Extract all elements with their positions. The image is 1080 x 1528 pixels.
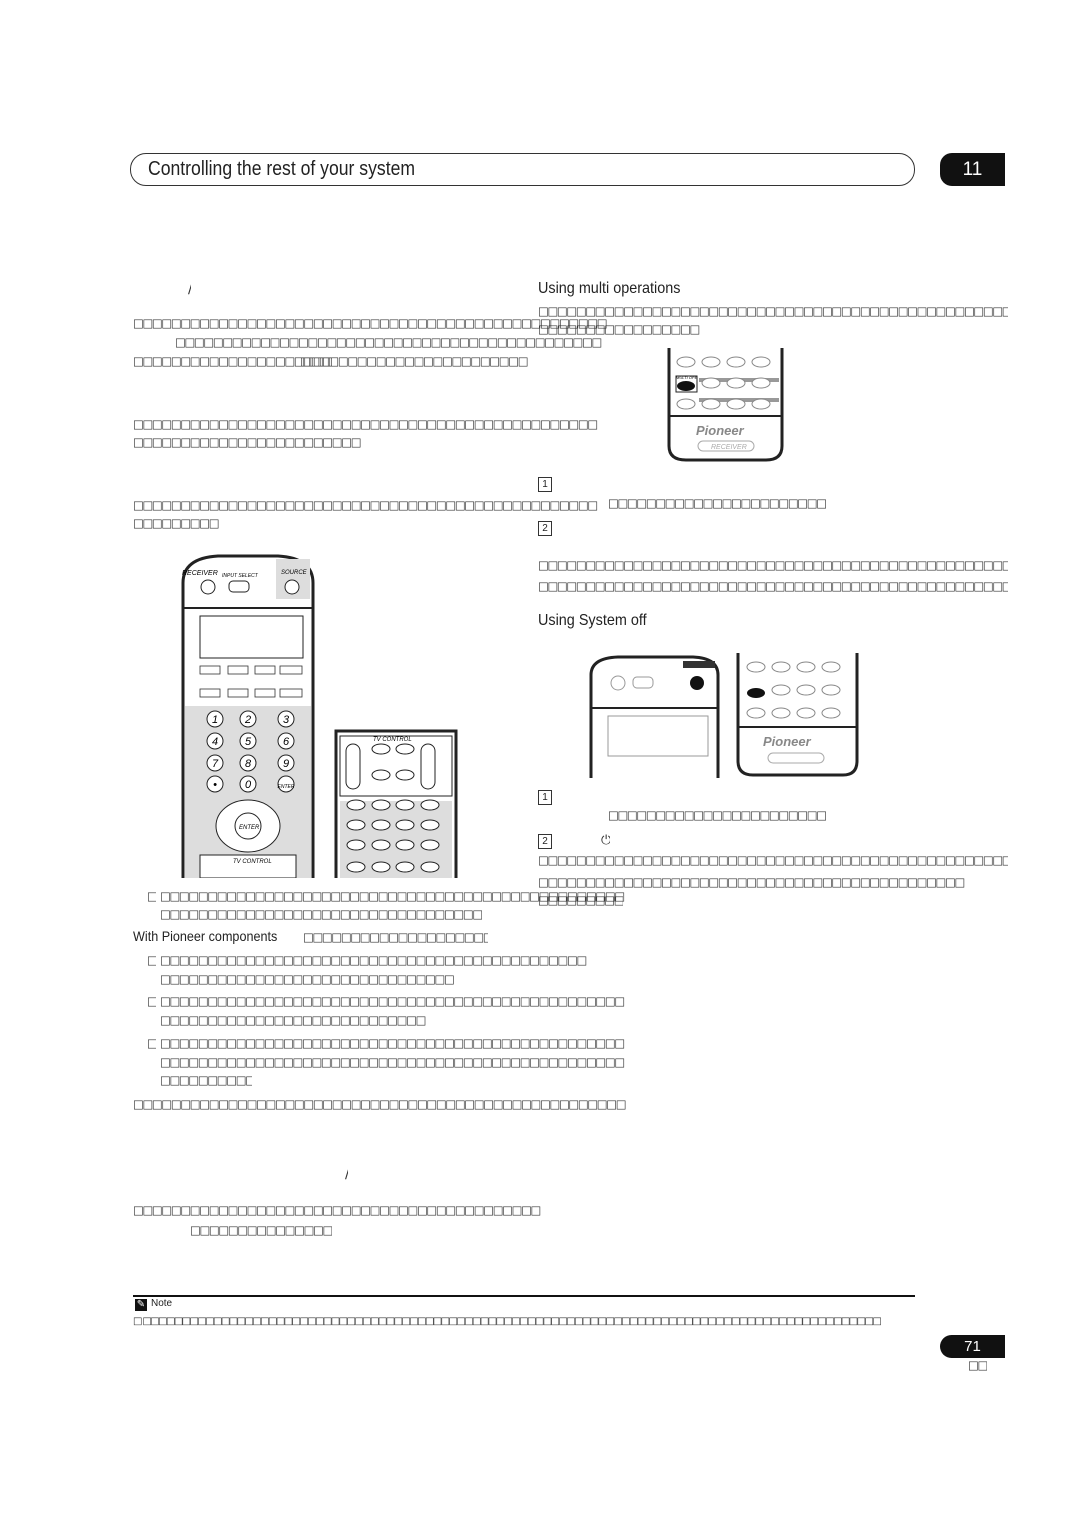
text-line: □□□□□□□□□□□□□□□□□ (538, 322, 700, 336)
text-line: □□□□□□□□□ (538, 893, 623, 907)
chapter-title: Controlling the rest of your system (148, 158, 416, 180)
text-line: □□□□□□□□□□□□□□□□□□□□□□□□□□□□□□□□□□□□□□□□… (133, 417, 598, 431)
key-label: ENTER (278, 784, 295, 790)
receiver-label: RECEIVER (182, 570, 218, 577)
text-line: □□□□□□□□□□ (160, 1073, 252, 1087)
text-line: □□□□□□□□□□□□□□□□□□□□□□□□□□□□ (160, 1013, 426, 1027)
power-icon: ⏻ (601, 833, 610, 848)
note-divider (133, 1295, 915, 1297)
text-line: □□□□□□□□□□□□□□□□□□□□□□□□□□□□□□□□□□□□□□□□… (160, 1036, 625, 1050)
text-line: □□□□□□□□□□□□□□□□□□□□□□□□□□□□□□□□□□□□□□□□… (133, 498, 598, 512)
manual-page: Controlling the rest of your system 11 /… (0, 0, 1080, 1528)
text-line: □□□□□□□□□□□□□□□□□□□□□□□□□□□□□□□□□□□□□□□□… (160, 994, 625, 1008)
text-line: □□□□□□□□□□□□□□□□□□□□□□□□ (300, 354, 529, 368)
text-line: □□□□□□□□□□□□□□□□□□□□□ (303, 930, 488, 944)
text-line: □□□□□□□□□□□□□□□□□□□□□□□□□□□□□□□ (160, 972, 455, 986)
text-line: □□□□□□□□□□□□□□□□□□□□□□□□□□□□□□□□□□ (160, 907, 482, 921)
key-label: • (213, 779, 217, 791)
note-label: Note (151, 1298, 173, 1309)
bullet: □ (147, 889, 157, 903)
bullet: □ (147, 994, 157, 1008)
chapter-number: 11 (940, 153, 1005, 186)
input-select-button[interactable] (228, 580, 250, 593)
heading-multi-operations: Using multi operations (538, 280, 681, 297)
text-line: □□□□□□□□□□□□□□□□□□□□□□□□□□□□□□□□□□□□□□□□… (538, 875, 965, 889)
key-label: 2 (244, 714, 251, 726)
text-line: □□□□□□□□□□□□□□□□□□□□□□□□□□□□□□□□□□□□□□□□… (538, 853, 1008, 867)
text-line: □□□□□□□□□ (133, 516, 220, 530)
tv-control-label-2: TV CONTROL (373, 737, 412, 743)
step-number: 1 (538, 477, 552, 492)
step-number: 2 (538, 834, 552, 849)
bullet: □ (147, 1036, 157, 1050)
receiver-power-button[interactable] (200, 579, 216, 595)
key-label: 3 (283, 714, 290, 726)
page-number: 71 (940, 1335, 1005, 1358)
key-label: 8 (245, 758, 252, 770)
receiver-button-label: RECEIVER (711, 444, 747, 451)
lcd-display (199, 615, 304, 659)
source-label: SOURCE (281, 570, 308, 576)
chapter-header: Controlling the rest of your system (130, 153, 915, 186)
heading-system-off: Using System off (538, 612, 647, 629)
text-line: □□□□□□□□□□□□□□□□□□□□□□□□ (133, 435, 362, 449)
bullet: □ (147, 953, 157, 967)
key-label: 7 (212, 758, 219, 770)
pencil-icon: ✎ (135, 1299, 147, 1311)
key-label: 1 (212, 714, 218, 726)
text-line: □□□□□□□□□□□□□□□□□□□□□□□ (608, 496, 827, 510)
key-label: 6 (283, 736, 290, 748)
text-line: □□□□□□□□□□□□□□□ (190, 1223, 332, 1237)
slash: / (345, 1166, 349, 1182)
system-off-power-button[interactable] (690, 676, 704, 690)
text-line: □□□□□□□□□□□□□□□□□□□□□□□□□□□□□□□□□□□□□□□□… (133, 1097, 627, 1111)
multi-ope-button[interactable] (677, 381, 695, 391)
enter-label: ENTER (239, 825, 260, 831)
pioneer-logo: Pioneer (763, 734, 812, 749)
subheading-pioneer-components: With Pioneer components (133, 928, 278, 944)
text-line: □□□□□□□□□□□□□□□□□□□□□□□ (608, 808, 827, 822)
input-select-label: INPUT SELECT (222, 573, 259, 579)
key-label: 0 (245, 779, 252, 791)
text-line: □□□□□□□□□□□□□□□□□□□□□□□□□□□□□□□□□□□□□□□□… (538, 579, 1008, 593)
key-label: 4 (212, 736, 218, 748)
text-line: □□□□□□□□□□□□□□□□□□□□□□□□□□□□□□□□□□□□□□□□… (160, 1055, 625, 1069)
step-number: 2 (538, 521, 552, 536)
text-line: □□□□□□□□□□□□□□□□□□□□□□□□□□□□□□□□□□□□□□□□… (538, 558, 1008, 572)
slash: / (188, 281, 192, 297)
language-code: □□ (968, 1358, 987, 1372)
remote-control-illustration: RECEIVER INPUT SELECT SOURCE 1 2 3 4 5 6 7 8 9 • 0… (181, 554, 458, 878)
pioneer-logo: Pioneer (696, 423, 745, 438)
remote-multi-ope-illustration: MULTI OPE Pioneer RECEIVER (667, 348, 784, 462)
note-text: □ □□□□□□□□□□□□□□□□□□□□□□□□□□□□□□□□□□□□□□… (133, 1316, 882, 1327)
tv-control-label: TV CONTROL (233, 859, 272, 865)
step-number: 1 (538, 790, 552, 805)
key-label: 9 (283, 758, 289, 770)
source-power-button[interactable] (284, 579, 300, 595)
remote-system-off-illustration: Pioneer (589, 653, 859, 778)
text-line: □□□□□□□□□□□□□□□□□□□□□□□□□□□□□□□□□□□□□□□□… (538, 304, 1008, 318)
text-line: □□□□□□□□□□□□□□□□□□□□□□□□□□□□□□□□□□□□□□□□… (133, 1203, 541, 1217)
multi-ope-label: MULTI OPE (676, 375, 698, 380)
key-label: 5 (245, 736, 252, 748)
text-line: □□□□□□□□□□□□□□□□□□□□□□□□□□□□□□□□□□□□□□□□… (160, 953, 587, 967)
